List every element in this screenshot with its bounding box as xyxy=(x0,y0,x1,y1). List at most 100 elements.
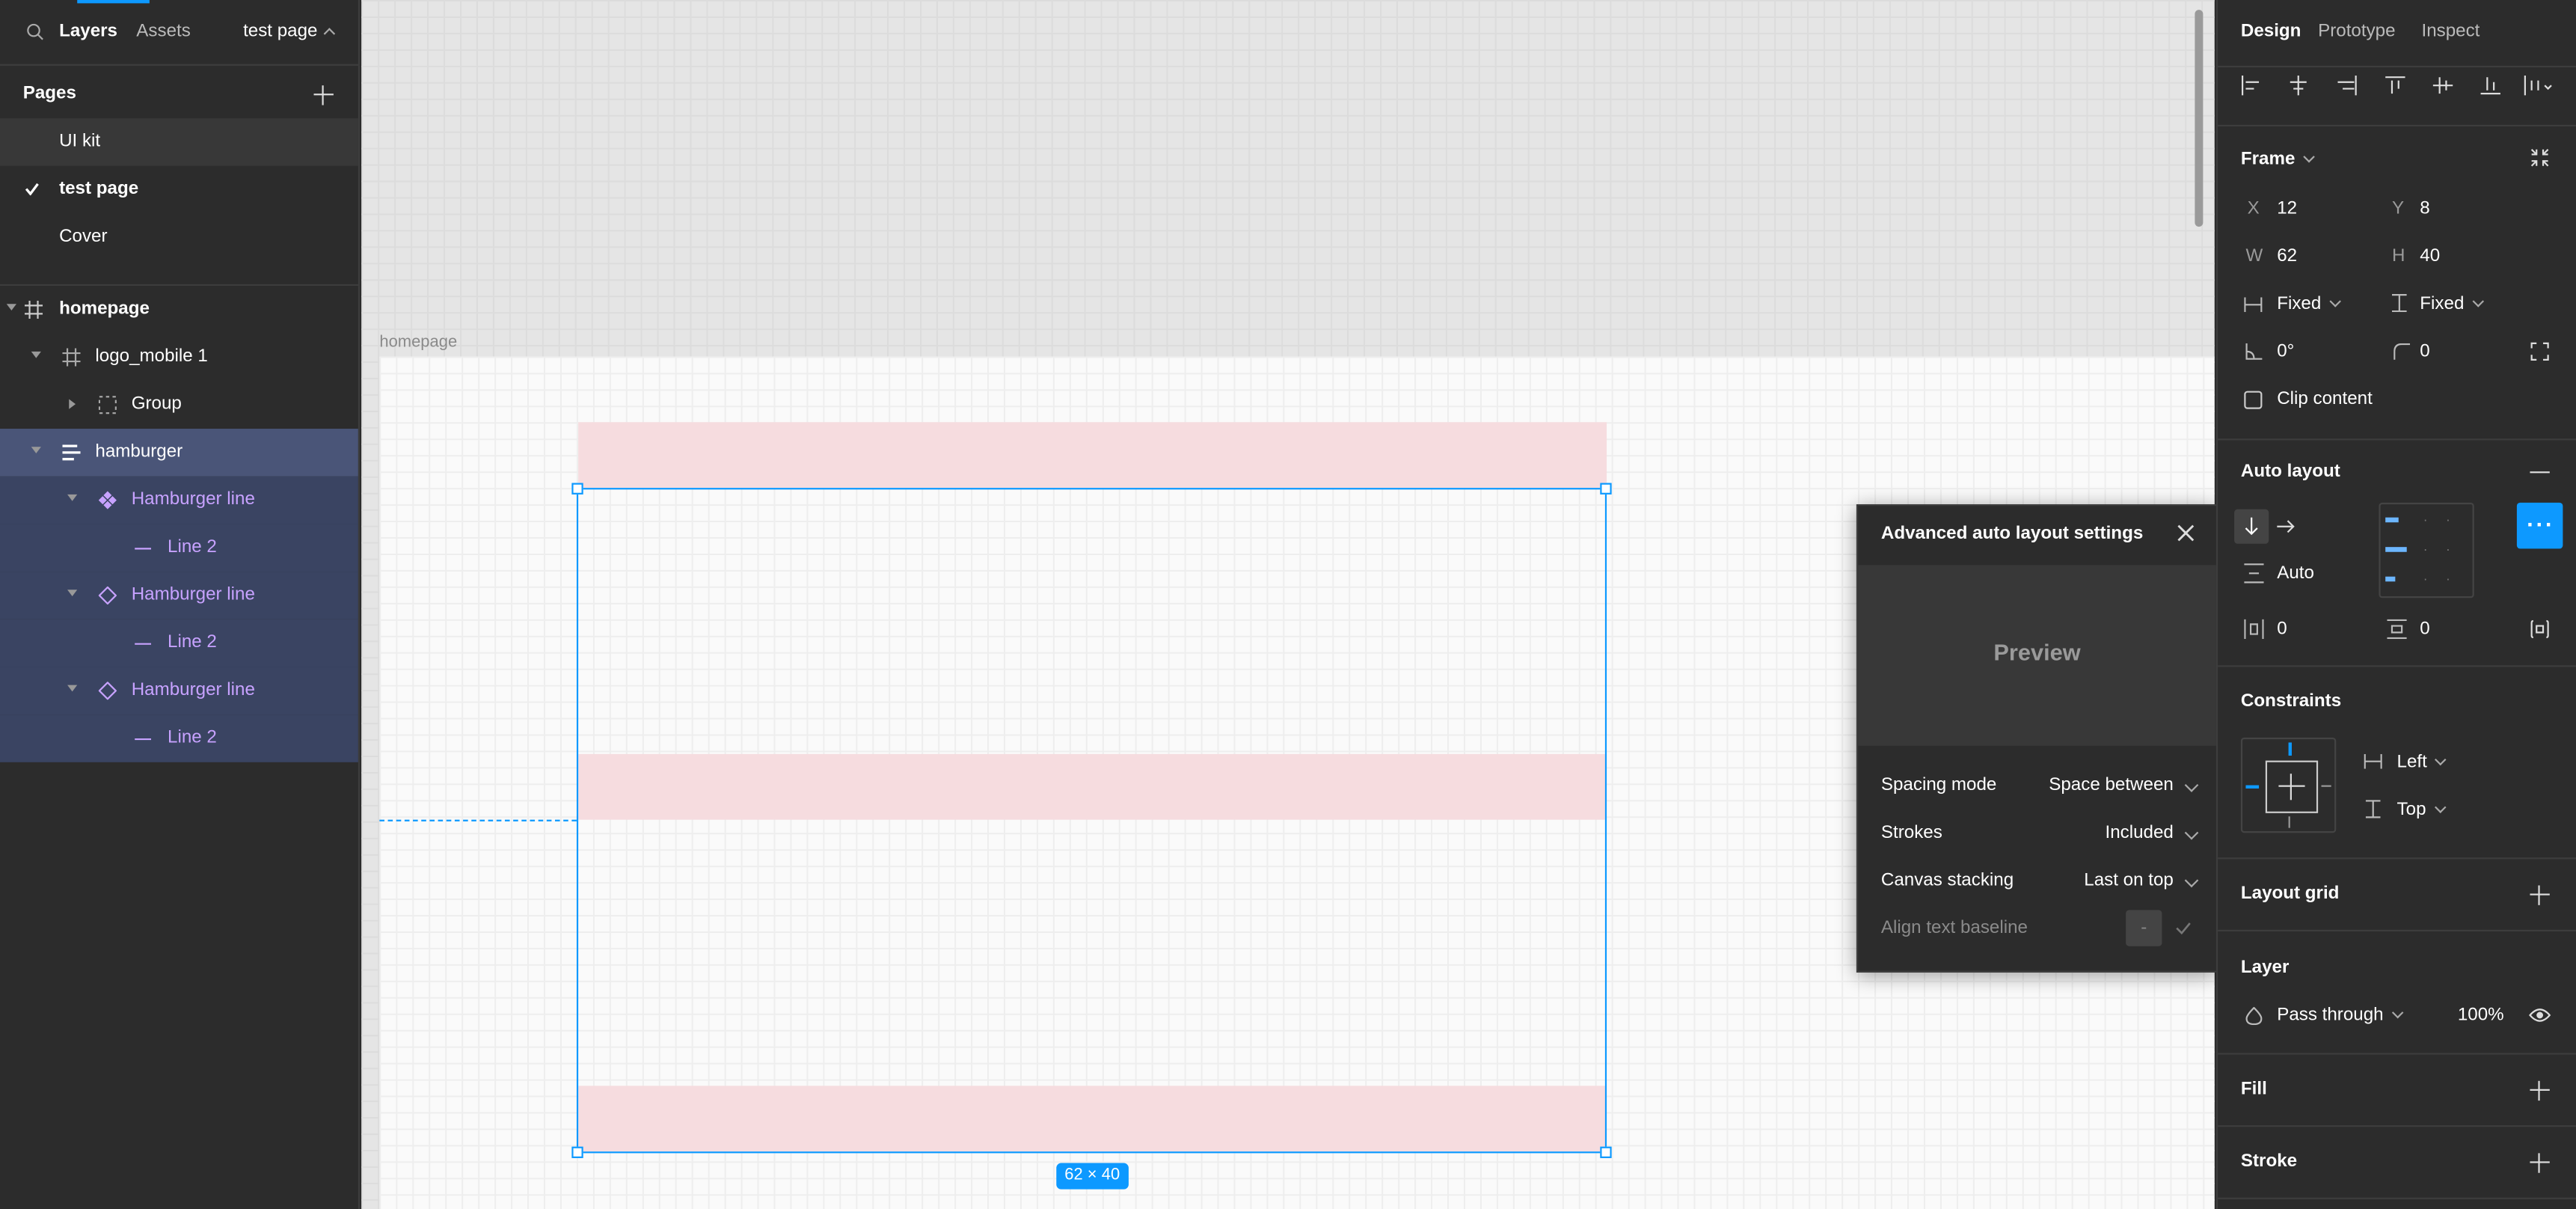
layer-hamburger[interactable]: hamburger xyxy=(0,429,358,477)
line-icon xyxy=(135,738,152,741)
layer-line-2[interactable]: Line 2 xyxy=(0,714,358,762)
size-badge: 62 × 40 xyxy=(1056,1163,1129,1190)
collapse-caret-icon[interactable] xyxy=(67,685,78,692)
tab-inspect[interactable]: Inspect xyxy=(2421,22,2480,41)
tab-layers[interactable]: Layers xyxy=(59,22,117,41)
figma-window: Layers Assets test page Pages UI kit tes… xyxy=(0,0,2576,1209)
collapse-caret-icon[interactable] xyxy=(31,351,41,358)
arrow-right-icon[interactable] xyxy=(2277,519,2295,534)
strokes-value[interactable]: Included xyxy=(2105,823,2173,842)
active-tab-indicator xyxy=(77,0,150,4)
tab-prototype[interactable]: Prototype xyxy=(2318,22,2395,41)
constraint-top-indicator[interactable] xyxy=(2288,742,2292,756)
layer-homepage[interactable]: homepage xyxy=(0,286,358,334)
tab-assets[interactable]: Assets xyxy=(136,22,191,41)
strokes-row[interactable]: Strokes Included xyxy=(1881,818,2199,851)
h-label: H xyxy=(2391,246,2405,266)
corner-radius-input[interactable]: 0 xyxy=(2420,342,2429,361)
alignment-toolbar[interactable] xyxy=(2241,76,2569,99)
layer-hamburger-line-3[interactable]: Hamburger line xyxy=(0,667,358,715)
vertical-resizing-select[interactable]: Fixed xyxy=(2420,294,2484,313)
horizontal-constraint-value: Left xyxy=(2396,752,2427,772)
collapse-caret-icon[interactable] xyxy=(6,304,16,310)
layer-section-title: Layer xyxy=(2240,958,2290,978)
collapse-caret-icon[interactable] xyxy=(31,447,41,454)
rotation-icon xyxy=(2245,343,2263,360)
frame-label[interactable]: homepage xyxy=(379,334,457,352)
resize-handle[interactable] xyxy=(571,483,583,495)
align-text-baseline-row: Align text baseline - xyxy=(1881,910,2197,946)
horizontal-padding-input[interactable]: 0 xyxy=(2277,619,2287,639)
horizontal-constraint-select[interactable]: Left xyxy=(2396,752,2447,772)
constraint-left-indicator[interactable] xyxy=(2245,785,2260,789)
advanced-settings-button[interactable]: ··· xyxy=(2516,502,2563,549)
clip-content-checkbox[interactable] xyxy=(2244,391,2263,409)
resize-handle[interactable] xyxy=(1600,483,1612,495)
alignment-bar xyxy=(2385,547,2407,552)
rotation-input[interactable]: 0° xyxy=(2277,342,2294,361)
layer-hamburger-line-2[interactable]: Hamburger line xyxy=(0,572,358,619)
frame-section-title[interactable]: Frame xyxy=(2241,150,2315,169)
w-input[interactable]: 62 xyxy=(2277,246,2297,266)
x-input[interactable]: 12 xyxy=(2277,199,2297,218)
hamburger-line-shape[interactable] xyxy=(578,422,1607,489)
y-input[interactable]: 8 xyxy=(2420,199,2429,218)
divider xyxy=(2218,1197,2576,1199)
horizontal-resizing-select[interactable]: Fixed xyxy=(2277,294,2341,313)
layer-group[interactable]: Group xyxy=(0,381,358,429)
canvas-stacking-row[interactable]: Canvas stacking Last on top xyxy=(1881,866,2199,899)
canvas-stacking-value[interactable]: Last on top xyxy=(2084,871,2174,890)
vertical-direction-button[interactable] xyxy=(2234,509,2269,544)
spacing-input[interactable]: Auto xyxy=(2277,563,2314,583)
constraints-widget[interactable] xyxy=(2240,737,2337,833)
close-icon[interactable] xyxy=(2177,524,2195,542)
independent-corners-icon[interactable] xyxy=(2530,342,2549,361)
vertical-padding-input[interactable]: 0 xyxy=(2420,619,2429,639)
layer-line-2[interactable]: Line 2 xyxy=(0,619,358,667)
alignment-grid[interactable]: · · · · · · xyxy=(2379,502,2474,599)
divider xyxy=(2218,1125,2576,1127)
individual-padding-icon[interactable] xyxy=(2530,619,2549,639)
page-item-cover[interactable]: Cover xyxy=(0,213,358,261)
baseline-toggle[interactable]: - xyxy=(2126,910,2162,946)
add-page-icon[interactable] xyxy=(313,85,334,105)
tab-design[interactable]: Design xyxy=(2241,22,2301,41)
auto-layout-icon xyxy=(62,444,81,461)
alignment-dot: · · xyxy=(2423,542,2450,557)
eye-icon[interactable] xyxy=(2528,1007,2551,1023)
h-input[interactable]: 40 xyxy=(2420,246,2440,266)
opacity-input[interactable]: 100% xyxy=(2458,1006,2504,1025)
layer-line-2[interactable]: Line 2 xyxy=(0,524,358,572)
collapse-caret-icon[interactable] xyxy=(67,494,78,501)
page-item-ui-kit[interactable]: UI kit xyxy=(0,118,358,166)
preview-area: Preview xyxy=(1858,565,2216,746)
constraint-bottom-indicator[interactable] xyxy=(2288,816,2290,828)
resize-handle[interactable] xyxy=(571,1146,583,1158)
vertical-constraint-select[interactable]: Top xyxy=(2397,800,2446,820)
remove-auto-layout-icon[interactable] xyxy=(2530,471,2550,474)
spacing-mode-row[interactable]: Spacing mode Space between xyxy=(1881,771,2199,804)
add-stroke-icon[interactable] xyxy=(2530,1153,2550,1173)
vertical-scrollbar[interactable] xyxy=(2195,10,2204,227)
page-item-label: Cover xyxy=(59,227,108,247)
vertical-padding-icon xyxy=(2387,619,2407,640)
add-layout-grid-icon[interactable] xyxy=(2530,885,2550,905)
blend-mode-select[interactable]: Pass through xyxy=(2277,1006,2404,1025)
spacing-mode-value[interactable]: Space between xyxy=(2049,775,2174,795)
constraint-right-indicator[interactable] xyxy=(2321,785,2331,787)
layer-logo-mobile[interactable]: logo_mobile 1 xyxy=(0,334,358,382)
search-icon[interactable] xyxy=(26,23,44,41)
resize-to-fit-icon[interactable] xyxy=(2530,148,2549,168)
resize-handle[interactable] xyxy=(1600,1146,1612,1158)
expand-caret-icon[interactable] xyxy=(69,399,76,409)
selection-box[interactable] xyxy=(576,488,1607,1154)
measurement-guide xyxy=(379,819,577,821)
page-selector[interactable]: test page xyxy=(243,22,336,41)
collapse-caret-icon[interactable] xyxy=(67,590,78,597)
add-fill-icon[interactable] xyxy=(2530,1080,2550,1101)
chevron-down-icon xyxy=(2435,753,2447,766)
more-icon: ··· xyxy=(2527,510,2555,537)
page-item-test-page[interactable]: test page xyxy=(0,166,358,214)
layer-hamburger-line-1[interactable]: Hamburger line xyxy=(0,476,358,524)
corner-radius-icon xyxy=(2393,343,2411,360)
